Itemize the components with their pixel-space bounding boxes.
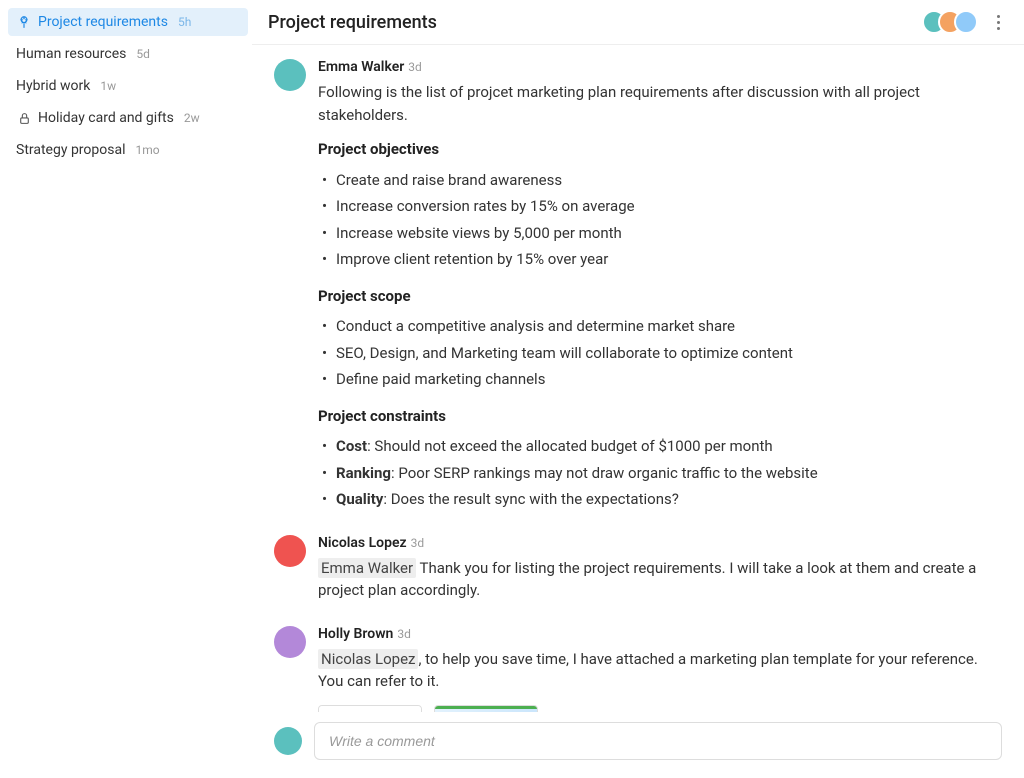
image-thumbnail (435, 706, 537, 713)
sidebar-item-time: 5h (178, 15, 191, 29)
comment-composer (252, 712, 1024, 778)
list-item: Create and raise brand awareness (336, 167, 1002, 194)
sidebar-item-label: Strategy proposal (16, 142, 125, 158)
sidebar-item-holiday[interactable]: Holiday card and gifts 2w (8, 104, 248, 132)
comment-text: Thank you for listing the project requir… (318, 559, 976, 600)
sidebar-item-project-requirements[interactable]: Project requirements 5h (8, 8, 248, 36)
attachment-pdf[interactable]: Marketing-plan... Proof this file 2h (318, 705, 422, 713)
list-item: Increase conversion rates by 15% on aver… (336, 193, 1002, 220)
list-item: Conduct a competitive analysis and deter… (336, 313, 1002, 340)
comment-author[interactable]: Emma Walker (318, 59, 404, 75)
list-item: Quality: Does the result sync with the e… (336, 486, 1002, 513)
comment-author[interactable]: Holly Brown (318, 626, 393, 642)
sidebar-item-time: 5d (136, 47, 150, 61)
attachment-image[interactable]: Marketing-stra... Proof this file 2h (434, 705, 538, 713)
pin-icon (16, 14, 32, 30)
mention[interactable]: Emma Walker (318, 558, 416, 578)
sidebar-item-time: 1w (100, 79, 116, 93)
comment: Nicolas Lopez 3d Emma Walker Thank you f… (274, 535, 1002, 608)
page-title: Project requirements (268, 12, 437, 33)
comment-author[interactable]: Nicolas Lopez (318, 535, 407, 551)
list-item: Cost: Should not exceed the allocated bu… (336, 433, 1002, 460)
avatar[interactable] (274, 626, 306, 658)
avatar[interactable] (954, 10, 978, 34)
comment: Holly Brown 3d Nicolas Lopez, to help yo… (274, 626, 1002, 713)
comment: Emma Walker 3d Following is the list of … (274, 59, 1002, 517)
comment-input[interactable] (314, 722, 1002, 760)
section-heading: Project constraints (318, 405, 1002, 428)
sidebar-item-strategy-proposal[interactable]: Strategy proposal 1mo (8, 136, 248, 164)
sidebar: Project requirements 5h Human resources … (0, 0, 252, 778)
avatar[interactable] (274, 535, 306, 567)
sidebar-item-time: 1mo (135, 143, 159, 157)
attachments: Marketing-plan... Proof this file 2h (318, 705, 1002, 713)
comment-body: Emma Walker Thank you for listing the pr… (318, 557, 1002, 602)
more-options-icon[interactable] (988, 12, 1008, 32)
comment-body: Nicolas Lopez, to help you save time, I … (318, 648, 1002, 713)
header: Project requirements (252, 0, 1024, 45)
section-heading: Project objectives (318, 138, 1002, 161)
list-item: Improve client retention by 15% over yea… (336, 246, 1002, 273)
sidebar-item-human-resources[interactable]: Human resources 5d (8, 40, 248, 68)
main-content: Project requirements Emma Walker 3 (252, 0, 1024, 778)
sidebar-item-label: Project requirements (38, 14, 168, 30)
avatar[interactable] (274, 59, 306, 91)
sidebar-item-label: Hybrid work (16, 78, 90, 94)
comment-thread: Emma Walker 3d Following is the list of … (252, 45, 1024, 712)
comment-body: Following is the list of projcet marketi… (318, 81, 1002, 513)
comment-text: Following is the list of projcet marketi… (318, 81, 1002, 126)
participant-avatars[interactable] (922, 10, 978, 34)
list-item: Ranking: Poor SERP rankings may not draw… (336, 460, 1002, 487)
avatar (274, 727, 302, 755)
sidebar-item-hybrid-work[interactable]: Hybrid work 1w (8, 72, 248, 100)
sidebar-item-label: Human resources (16, 46, 126, 62)
comment-time: 3d (397, 627, 411, 641)
lock-icon (16, 110, 32, 126)
list-item: Define paid marketing channels (336, 366, 1002, 393)
list-item: SEO, Design, and Marketing team will col… (336, 340, 1002, 367)
comment-time: 3d (411, 536, 425, 550)
section-heading: Project scope (318, 285, 1002, 308)
mention[interactable]: Nicolas Lopez (318, 649, 418, 669)
sidebar-item-time: 2w (184, 111, 200, 125)
sidebar-item-label: Holiday card and gifts (38, 110, 174, 126)
comment-time: 3d (408, 60, 422, 74)
list-item: Increase website views by 5,000 per mont… (336, 220, 1002, 247)
